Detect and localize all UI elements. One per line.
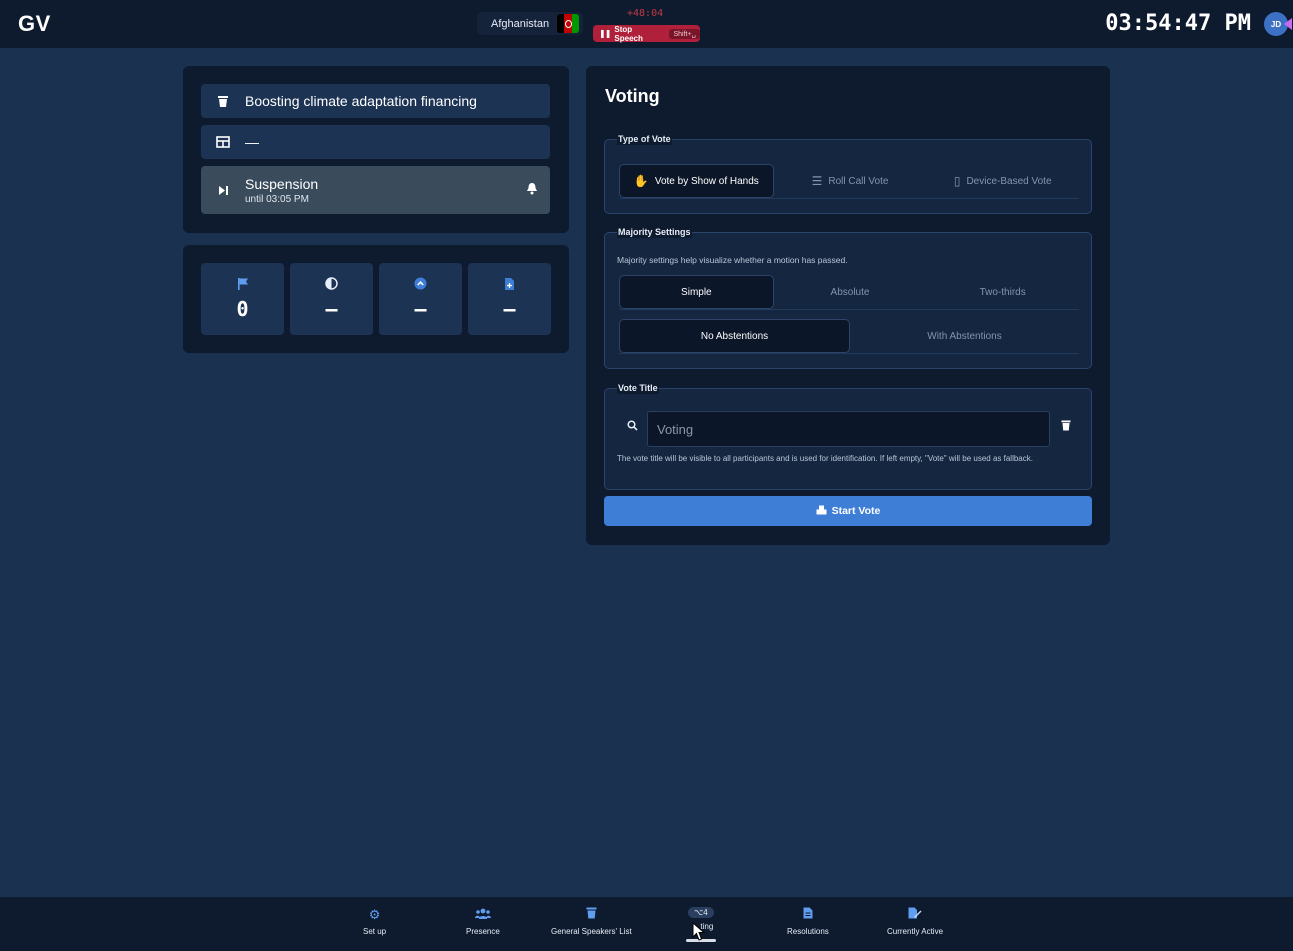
suspension-until: until 03:05 PM [245,193,309,205]
mobile-device-icon: ▯ [953,174,961,188]
suspension-row[interactable]: Suspension until 03:05 PM [201,166,550,214]
secondary-text: — [245,134,259,150]
stop-speech-label: Stop Speech [614,24,643,43]
majority-settings-group: Majority Settings Majority settings help… [604,226,1092,369]
trash-can-icon [201,95,245,108]
vote-title-input[interactable] [647,411,1050,447]
vote-type-selector: ✋ Vote by Show of Hands ☰ Roll Call Vote… [619,164,1079,199]
start-vote-button[interactable]: Start Vote [604,496,1092,526]
vote-type-legend: Type of Vote [617,133,672,145]
voting-heading: Voting [605,86,660,106]
nav-label: Currently Active [887,927,944,936]
nav-presence[interactable]: Presence [466,907,500,936]
vote-type-group: Type of Vote ✋ Vote by Show of Hands ☰ R… [604,133,1092,214]
chevron-up-circle-icon [414,277,427,293]
majority-absolute[interactable]: Absolute [774,275,927,309]
stat-up[interactable]: — [379,263,462,335]
country-name: Afghanistan [491,17,550,30]
nav-currently-active[interactable]: Currently Active [887,907,943,936]
vote-type-label: Vote by Show of Hands [654,175,759,187]
no-abstentions-option[interactable]: No Abstentions [619,319,850,353]
with-abstentions-option[interactable]: With Abstentions [850,319,1079,353]
gears-icon: ⚙ [368,907,381,922]
app-logo: GV [18,11,51,36]
vote-type-show-of-hands[interactable]: ✋ Vote by Show of Hands [619,164,774,198]
table-icon [201,136,245,148]
pause-icon: ❚❚ [599,29,611,38]
nav-label: Set up [363,927,387,936]
bottom-navigation: ⚙ Set up Presence General Speakers' List… [0,897,1293,951]
stat-value: — [414,297,427,321]
stat-flag[interactable]: 0 [201,263,284,335]
vote-title-hint: The vote title will be visible to all pa… [617,454,1033,463]
vote-title-group: Vote Title The vote title will be visibl… [604,382,1092,490]
current-speaker-country[interactable]: Afghanistan [477,12,583,35]
secondary-row[interactable]: — [201,125,550,159]
nav-label: Resolutions [787,927,829,936]
document-icon [803,907,813,923]
stat-document[interactable]: — [468,263,551,335]
topic-row[interactable]: Boosting climate adaptation financing [201,84,550,118]
users-icon [474,907,491,923]
nav-label: Presence [466,927,500,936]
stat-contrast[interactable]: — [290,263,373,335]
voting-panel: Voting Type of Vote ✋ Vote by Show of Ha… [586,66,1110,545]
start-vote-label: Start Vote [831,505,881,517]
stats-panel: 0 — — — [183,245,569,353]
bell-icon[interactable] [526,182,538,198]
speech-overtime-timer: +48:04 [627,8,664,19]
nav-resolutions[interactable]: Resolutions [787,907,829,936]
search-icon [627,420,638,434]
nav-general-speakers-list[interactable]: General Speakers' List [551,907,632,936]
stat-value: 0 [236,297,249,321]
collapse-caret-icon[interactable] [1284,18,1292,30]
majority-two-thirds[interactable]: Two-thirds [926,275,1079,309]
stop-speech-shortcut: Shift+␣ [669,28,700,39]
suspension-title: Suspension [245,175,319,192]
vote-title-legend: Vote Title [617,382,659,394]
vote-type-label: Roll Call Vote [828,175,889,187]
majority-description: Majority settings help visualize whether… [617,255,848,265]
vote-type-roll-call[interactable]: ☰ Roll Call Vote [774,164,927,198]
trash-can-icon [586,907,597,923]
vote-title-field [619,411,1079,447]
topic-text: Boosting climate adaptation financing [245,93,477,109]
ballot-box-icon [816,505,827,518]
session-info-panel: Boosting climate adaptation financing — … [183,66,569,233]
stat-value: — [503,297,516,321]
vote-type-label: Device-Based Vote [966,175,1052,187]
stop-speech-button[interactable]: ❚❚ Stop Speech Shift+␣ [593,24,700,43]
edit-document-icon [908,907,922,923]
shortcut-badge: ⌥4 [688,907,714,918]
stat-value: — [325,297,338,321]
country-flag-icon [557,14,579,33]
clock: 03:54:47 PM [1105,11,1251,36]
flag-icon [237,277,249,293]
file-add-icon [504,277,515,293]
abstention-selector: No Abstentions With Abstentions [619,319,1079,354]
clear-title-trash-icon[interactable] [1061,420,1071,434]
list-check-icon: ☰ [811,174,823,188]
vote-type-device-based[interactable]: ▯ Device-Based Vote [926,164,1079,198]
hand-wave-icon: ✋ [633,174,649,188]
contrast-icon [325,277,338,293]
nav-setup[interactable]: ⚙ Set up [363,907,386,936]
majority-selector: Simple Absolute Two-thirds [619,275,1079,310]
majority-simple[interactable]: Simple [619,275,774,309]
skip-forward-icon [201,185,245,196]
top-bar: GV Afghanistan +48:04 ❚❚ Stop Speech Shi… [0,0,1293,48]
nav-label: General Speakers' List [551,927,632,936]
majority-legend: Majority Settings [617,226,692,238]
